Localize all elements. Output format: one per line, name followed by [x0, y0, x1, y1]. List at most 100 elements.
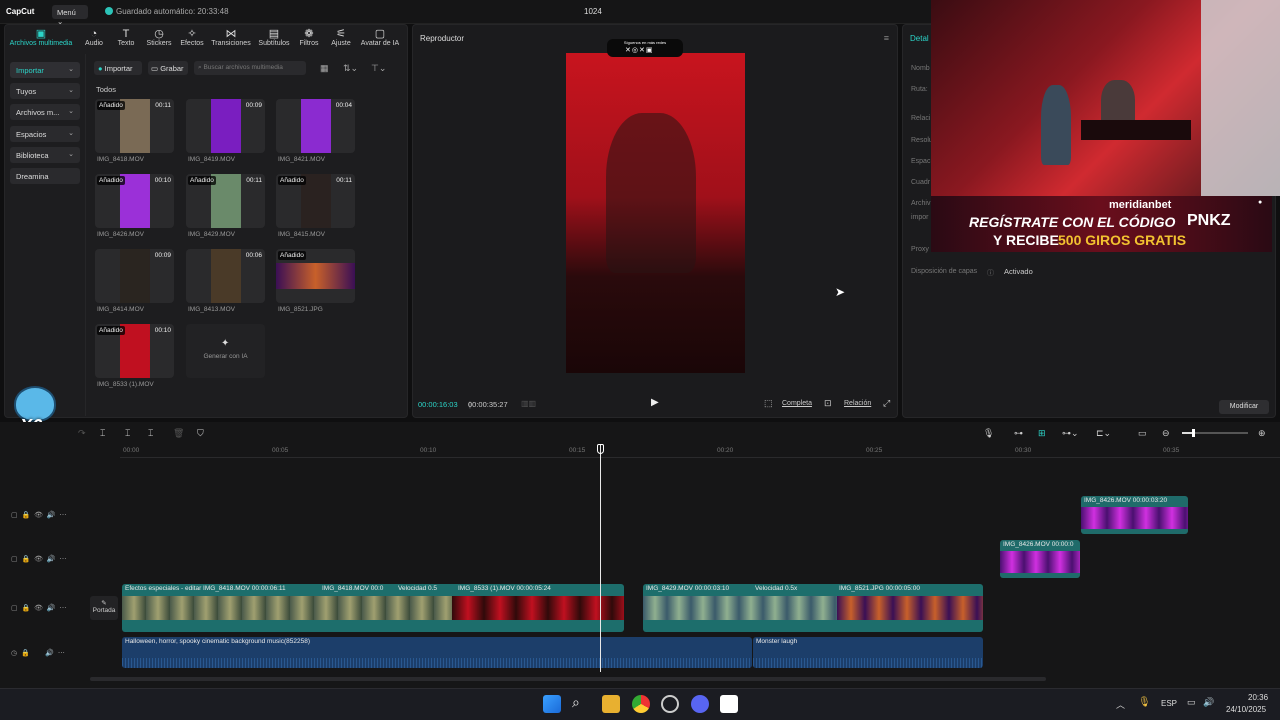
chevron-down-icon: ⌄ — [68, 108, 74, 115]
track-controls[interactable]: ▢ 🔒 👁 🔊 ⋯ — [11, 555, 67, 563]
sponsor-line2a: Y RECIBE — [993, 232, 1059, 248]
track-controls[interactable]: ▢ 🔒 👁 🔊 ⋯ — [11, 604, 67, 612]
record-label: Grabar — [160, 64, 184, 73]
track-controls[interactable]: ◷ 🔒 🔊 ⋯ — [11, 649, 65, 657]
audio-clip[interactable]: Monster laugh — [753, 637, 983, 668]
playhead-handle[interactable] — [597, 444, 604, 454]
sidebar-item-dreamina[interactable]: Dreamina — [10, 168, 80, 184]
sort-icon[interactable]: ⇅⌄ — [343, 63, 358, 74]
capcut-icon[interactable] — [720, 695, 738, 713]
captions-icon[interactable]: ▭ — [1138, 428, 1147, 439]
tab-adjust[interactable]: ⚟ Ajuste — [319, 28, 363, 47]
sidebar-item-spaces[interactable]: Espacios ⌄ — [10, 126, 80, 142]
complete-button[interactable]: Completa — [782, 400, 812, 407]
menu-icon[interactable]: ≡ — [884, 33, 889, 43]
media-item[interactable]: 00:09 — [186, 99, 265, 153]
thumbnail-image — [210, 249, 241, 303]
microphone-icon[interactable]: 🎙 — [983, 428, 994, 439]
tab-media[interactable]: ▣ Archivos multimedia — [5, 28, 77, 47]
modify-button[interactable]: Modificar — [1219, 400, 1269, 414]
ruler-tick-label: 00:30 — [1015, 447, 1032, 454]
chrome-icon[interactable] — [632, 695, 650, 713]
ratio-button[interactable]: Relación — [844, 400, 871, 407]
clip-label: IMG_8418.MOV 00:0 — [322, 585, 384, 592]
clip-label: Efectos especiales - editar IMG_8418.MOV… — [125, 585, 286, 592]
link-icon[interactable]: ⊶ — [1014, 428, 1023, 439]
windows-start-icon[interactable] — [543, 695, 561, 713]
file-explorer-icon[interactable] — [602, 695, 620, 713]
video-preview[interactable] — [566, 53, 745, 373]
preview-axis-icon[interactable]: ⊏⌄ — [1096, 428, 1111, 439]
tab-transitions[interactable]: ⋈ Transiciones — [209, 28, 253, 47]
linkage-icon[interactable]: ⊶⌄ — [1062, 428, 1079, 439]
search-input[interactable]: ⌕ Buscar archivos multimedia — [194, 61, 306, 75]
import-button[interactable]: ● Importar — [94, 61, 142, 75]
language-indicator[interactable]: ESP — [1161, 699, 1177, 708]
tab-effects[interactable]: ✧ Efectos — [170, 28, 214, 47]
project-title[interactable]: 1024 — [584, 7, 602, 16]
fullscreen-icon[interactable]: ⤢ — [883, 398, 890, 409]
media-item[interactable]: Añadido 00:11 — [276, 174, 355, 228]
media-item[interactable]: Añadido 00:11 — [186, 174, 265, 228]
sidebar-item-files[interactable]: Archivos m... ⌄ — [10, 104, 80, 120]
media-item[interactable]: Añadido — [276, 249, 355, 303]
shield-icon[interactable]: ⛉ — [197, 428, 204, 439]
sidebar-item-yours[interactable]: Tuyos ⌄ — [10, 83, 80, 99]
media-item[interactable]: 00:09 — [95, 249, 174, 303]
clip-label: Velocidad 0.5x — [755, 585, 798, 592]
file-name: IMG_8426.MOV — [97, 231, 144, 238]
generate-ai-button[interactable]: ✦ Generar con IA — [186, 324, 265, 378]
redo-icon[interactable]: ↷ — [78, 428, 86, 439]
info-icon[interactable]: ⓘ — [987, 268, 994, 278]
play-icon[interactable]: ▶ — [651, 397, 659, 408]
trim-right-icon[interactable]: ⌶ — [148, 428, 153, 439]
snapshot-icon[interactable]: ⊡ — [824, 398, 832, 409]
monitor-icon[interactable]: ▭ — [1187, 697, 1196, 708]
discord-icon[interactable] — [691, 695, 709, 713]
media-item[interactable]: Añadido 00:11 — [95, 99, 174, 153]
grid-view-icon[interactable]: ▦ — [320, 63, 329, 74]
zoom-slider[interactable] — [1182, 429, 1248, 437]
media-item[interactable]: 00:06 — [186, 249, 265, 303]
crop-icon[interactable]: ⬚ — [764, 398, 773, 409]
tab-ai-avatar[interactable]: ▢ Avatar de IA — [358, 28, 402, 47]
timeline-clip[interactable]: IMG_8429.MOV 00:00:03:10 Velocidad 0.5x … — [643, 584, 983, 632]
media-item[interactable]: Añadido 00:10 — [95, 324, 174, 378]
zoom-in-icon[interactable]: ⊕ — [1258, 428, 1266, 439]
sidebar-item-library[interactable]: Biblioteca ⌄ — [10, 147, 80, 163]
sidebar-item-import[interactable]: Importar ⌄ — [10, 62, 80, 78]
clock-date[interactable]: 24/10/2025 — [1226, 705, 1266, 714]
audio-clip[interactable]: Halloween, horror, spooky cinematic back… — [122, 637, 752, 668]
time-ruler[interactable] — [120, 444, 1280, 458]
media-item[interactable]: Añadido 00:10 — [95, 174, 174, 228]
zoom-out-icon[interactable]: ⊖ — [1162, 428, 1170, 439]
timeline-scrollbar[interactable] — [90, 677, 1046, 681]
chevron-up-icon[interactable]: ︿ — [1116, 698, 1125, 711]
media-item[interactable]: 00:04 — [276, 99, 355, 153]
magnet-icon[interactable]: ⊞ — [1038, 428, 1046, 439]
volume-icon[interactable]: 🔊 — [1203, 697, 1214, 708]
obs-icon[interactable] — [661, 695, 679, 713]
filter-icon[interactable]: ⊤⌄ — [371, 63, 386, 74]
overlay-text: Síguenos en más redes — [623, 40, 667, 45]
delete-icon[interactable]: 🗑 — [173, 428, 184, 439]
cover-button[interactable]: ✎ Portada — [90, 596, 118, 620]
timeline-clip[interactable]: IMG_8426.MOV 00:00:0 — [1000, 540, 1080, 578]
sponsor-line2b: 500 GIROS GRATIS — [1058, 232, 1187, 248]
record-button[interactable]: ▭ Grabar — [148, 61, 188, 75]
menu-button[interactable]: Menú ⌄ — [52, 5, 88, 26]
playhead[interactable] — [600, 444, 601, 672]
timeline-clip[interactable]: IMG_8426.MOV 00:00:03:20 — [1081, 496, 1188, 534]
search-icon[interactable]: ⌕ — [572, 694, 580, 711]
split-icon[interactable]: ⌶ — [100, 428, 105, 439]
trim-left-icon[interactable]: ⌶ — [125, 428, 130, 439]
ruler-tick-label: 00:00 — [123, 447, 140, 454]
zoom-handle[interactable] — [1192, 429, 1195, 437]
cloud-icon — [105, 7, 113, 15]
microphone-icon[interactable]: 🎙 — [1138, 697, 1151, 708]
track-controls[interactable]: ▢ 🔒 👁 🔊 ⋯ — [11, 511, 67, 519]
frames-icon[interactable]: ▥▥ — [521, 399, 536, 408]
clock-time[interactable]: 20:36 — [1248, 693, 1268, 702]
duration: 00:11 — [336, 177, 352, 184]
timeline-clip[interactable]: Efectos especiales - editar IMG_8418.MOV… — [122, 584, 624, 632]
